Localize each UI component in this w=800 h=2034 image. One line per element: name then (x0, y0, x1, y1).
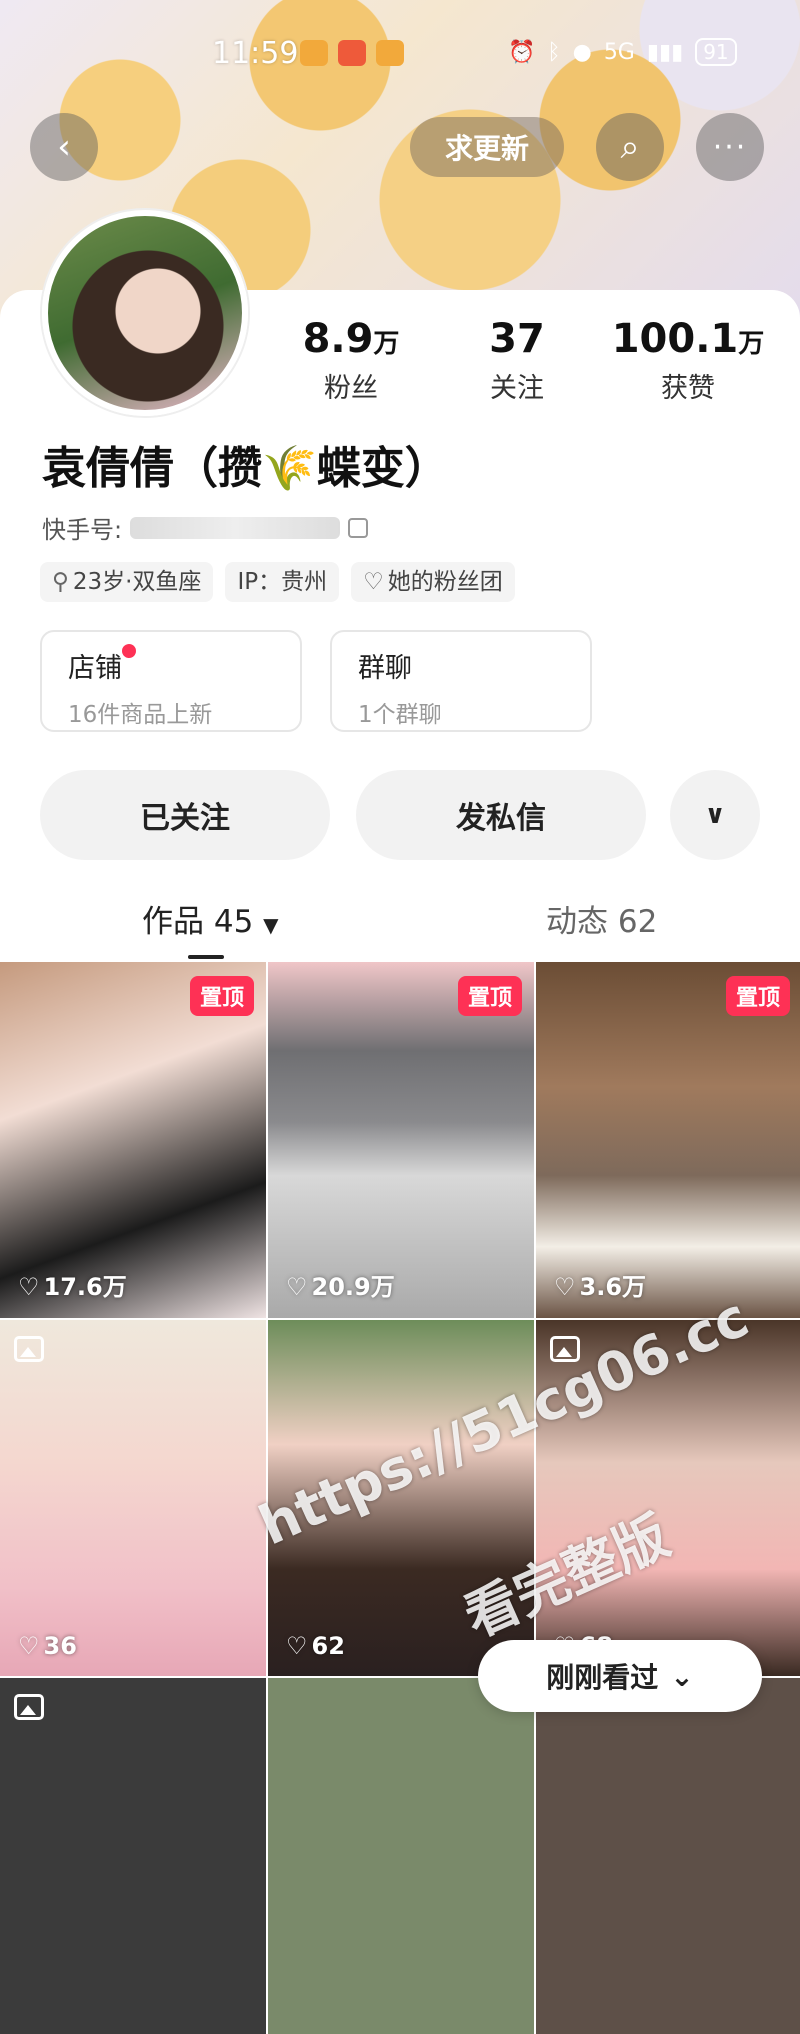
signal-icon: ▮▮▮ (646, 39, 684, 65)
tile-likes: ♡ 62 (286, 1632, 345, 1660)
heart-icon: ♡ (286, 1632, 308, 1660)
more-button[interactable]: ··· (696, 113, 764, 181)
status-notifications (300, 40, 404, 66)
chevron-down-icon: ∨ (704, 800, 726, 830)
request-update-button[interactable]: 求更新 (410, 117, 564, 177)
status-time: 11:59 (212, 36, 299, 71)
avatar[interactable] (42, 210, 248, 416)
shop-title: 店铺 (68, 653, 122, 684)
tag-age: ⚲ 23岁·双鱼座 (40, 562, 214, 602)
copy-icon[interactable] (348, 517, 369, 538)
search-button[interactable]: ⌕ (596, 113, 664, 181)
pinned-badge: 置顶 (189, 976, 254, 1016)
album-icon (14, 1694, 44, 1720)
location-icon: ● (572, 39, 592, 65)
stat-likes[interactable]: 100.1万 获赞 (608, 316, 768, 405)
user-id-value (130, 516, 341, 539)
status-indicators: ⏰ ᛒ ● 5G ▮▮▮ 91 (508, 38, 737, 66)
tile-likes: ♡ 20.9万 (286, 1273, 395, 1301)
heart-icon: ♡ (554, 1273, 576, 1301)
likes-unit: 万 (738, 329, 765, 359)
send-message-button[interactable]: 发私信 (356, 770, 646, 860)
likes-count: 100.1 (611, 316, 739, 362)
tab-works-label: 作品 45 (142, 904, 254, 940)
shop-subtitle: 16件商品上新 (68, 702, 213, 728)
battery-icon: 91 (695, 38, 737, 66)
notification-dot (122, 644, 136, 658)
following-count: 37 (489, 316, 545, 362)
user-id-row: 快手号: (42, 510, 369, 545)
tile-likes: ♡ 36 (18, 1632, 77, 1660)
profile-tags: ⚲ 23岁·双鱼座 IP：贵州 ♡ 她的粉丝团 (40, 562, 515, 602)
following-label: 关注 (490, 373, 544, 404)
search-icon: ⌕ (620, 127, 640, 167)
album-icon (14, 1336, 44, 1362)
status-bar: 11:59 ⏰ ᛒ ● 5G ▮▮▮ 91 (0, 36, 800, 76)
expand-button[interactable]: ∨ (670, 770, 760, 860)
double-chevron-down-icon: ⌄ (670, 1659, 694, 1693)
pinned-badge: 置顶 (725, 976, 790, 1016)
stat-fans[interactable]: 8.9万 粉丝 (296, 316, 406, 405)
stat-following[interactable]: 37 关注 (472, 316, 562, 405)
tab-moments[interactable]: 动态 62 (546, 896, 657, 941)
heart-icon: ♡ (286, 1273, 308, 1301)
heart-icon: ♡ (18, 1273, 40, 1301)
likes-label: 获赞 (661, 373, 715, 404)
bluetooth-icon: ᛒ (547, 39, 561, 65)
fans-unit: 万 (373, 329, 400, 359)
chevron-left-icon: ‹ (57, 127, 71, 167)
heart-icon: ♡ (363, 569, 384, 595)
tab-works[interactable]: 作品 45 ▼ (142, 896, 279, 941)
profile-name: 袁倩倩（攒🌾蝶变） (42, 443, 449, 494)
followed-button[interactable]: 已关注 (40, 770, 330, 860)
work-tile[interactable] (0, 1678, 266, 2034)
notification-icon (300, 40, 328, 66)
user-id-label: 快手号: (42, 516, 123, 544)
work-tile[interactable]: 置顶 ♡ 17.6万 (0, 962, 266, 1318)
search-icon: ⚲ (52, 569, 69, 595)
alarm-icon: ⏰ (508, 39, 536, 65)
back-button[interactable]: ‹ (30, 113, 98, 181)
network-label: 5G (603, 39, 635, 65)
work-tile[interactable] (536, 1678, 800, 2034)
notification-icon (376, 40, 404, 66)
tile-likes: ♡ 3.6万 (554, 1273, 647, 1301)
group-subtitle: 1个群聊 (358, 702, 442, 728)
shop-card[interactable]: 店铺 16件商品上新 (40, 630, 302, 732)
work-tile[interactable]: ♡ 36 (0, 1320, 266, 1676)
pinned-badge: 置顶 (457, 976, 522, 1016)
heart-icon: ♡ (18, 1632, 40, 1660)
more-icon: ··· (712, 129, 748, 165)
tag-ip: IP：贵州 (225, 562, 340, 602)
recently-viewed-button[interactable]: 刚刚看过 ⌄ (478, 1640, 762, 1712)
caret-down-icon: ▼ (263, 913, 279, 937)
group-title: 群聊 (358, 653, 412, 684)
recently-viewed-label: 刚刚看过 (546, 1661, 659, 1694)
tab-active-indicator (188, 955, 224, 959)
work-tile[interactable]: 置顶 ♡ 20.9万 (268, 962, 534, 1318)
work-tile[interactable] (268, 1678, 534, 2034)
work-tile[interactable]: 置顶 ♡ 3.6万 (536, 962, 800, 1318)
tile-likes: ♡ 17.6万 (18, 1273, 127, 1301)
group-chat-card[interactable]: 群聊 1个群聊 (330, 630, 592, 732)
fans-label: 粉丝 (324, 373, 378, 404)
notification-icon (338, 40, 366, 66)
fans-count: 8.9 (302, 316, 374, 362)
tag-fan-club[interactable]: ♡ 她的粉丝团 (351, 562, 515, 602)
